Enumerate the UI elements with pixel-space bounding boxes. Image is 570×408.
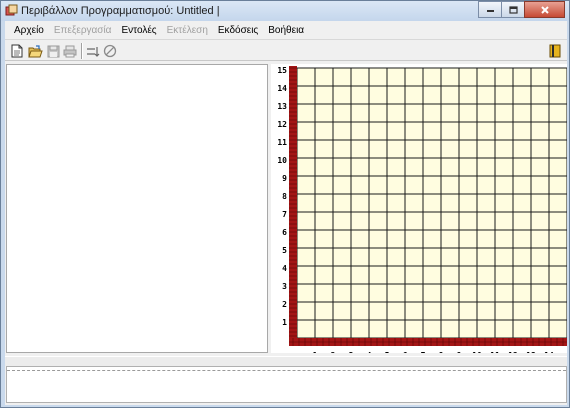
row-label: 13 xyxy=(277,102,287,111)
toolbar-separator xyxy=(81,43,83,59)
minimize-button[interactable] xyxy=(478,1,502,18)
new-file-button[interactable] xyxy=(9,43,25,59)
row-label: 3 xyxy=(282,282,287,291)
save-file-button[interactable] xyxy=(45,43,61,59)
column-label: 8 xyxy=(439,351,444,353)
app-icon xyxy=(5,4,18,16)
minimize-icon xyxy=(486,10,494,12)
menu-run[interactable]: Εκτέλεση xyxy=(162,25,213,36)
column-label: 3 xyxy=(349,351,354,353)
robot-world-grid: 1514131211109876543211234567891011121314 xyxy=(277,66,567,353)
row-label: 1 xyxy=(282,318,287,327)
maximize-button[interactable] xyxy=(501,1,525,18)
open-folder-icon xyxy=(27,44,43,57)
row-label: 11 xyxy=(277,138,287,147)
row-label: 7 xyxy=(282,210,287,219)
stop-button[interactable] xyxy=(102,43,118,59)
column-label: 4 xyxy=(367,351,372,353)
column-label: 5 xyxy=(385,351,390,353)
close-icon xyxy=(540,5,549,14)
title-bar[interactable]: Περιβάλλον Προγραμματισμού: Untitled | xyxy=(1,1,569,21)
toolbar xyxy=(5,39,567,61)
step-button[interactable] xyxy=(85,43,101,59)
column-label: 11 xyxy=(490,351,500,353)
column-label: 14 xyxy=(544,351,554,353)
row-label: 2 xyxy=(282,300,287,309)
column-label: 12 xyxy=(508,351,518,353)
new-file-icon xyxy=(11,44,23,58)
output-panel[interactable] xyxy=(6,366,567,403)
step-lines-icon xyxy=(87,46,100,57)
help-book-icon xyxy=(549,44,561,58)
output-separator xyxy=(7,370,566,371)
maximize-icon xyxy=(508,5,518,14)
printer-icon xyxy=(63,45,77,57)
program-editor[interactable] xyxy=(6,64,268,353)
column-label: 6 xyxy=(403,351,408,353)
column-label: 9 xyxy=(457,351,462,353)
row-label: 15 xyxy=(277,66,287,75)
menu-file[interactable]: Αρχείο xyxy=(9,25,49,36)
client-area: Αρχείο Επεξεργασία Εντολές Εκτέλεση Εκδό… xyxy=(5,21,567,405)
menu-commands[interactable]: Εντολές xyxy=(116,25,161,36)
status-bar xyxy=(5,356,567,366)
print-button[interactable] xyxy=(62,43,78,59)
column-label: 13 xyxy=(526,351,536,353)
row-label: 10 xyxy=(277,156,287,165)
robot-world-panel[interactable]: 1514131211109876543211234567891011121314 xyxy=(271,64,567,353)
app-window: Περιβάλλον Προγραμματισμού: Untitled | Α… xyxy=(0,0,570,408)
row-label: 12 xyxy=(277,120,287,129)
menu-help[interactable]: Βοήθεια xyxy=(263,25,309,36)
row-label: 8 xyxy=(282,192,287,201)
row-label: 14 xyxy=(277,84,287,93)
row-label: 5 xyxy=(282,246,287,255)
save-disk-icon xyxy=(47,45,59,57)
row-label: 4 xyxy=(282,264,287,273)
menu-versions[interactable]: Εκδόσεις xyxy=(213,25,263,36)
close-button[interactable] xyxy=(524,1,565,18)
grid-background xyxy=(297,68,567,338)
column-label: 1 xyxy=(313,351,318,353)
help-book-button[interactable] xyxy=(547,43,563,59)
menu-bar: Αρχείο Επεξεργασία Εντολές Εκτέλεση Εκδό… xyxy=(5,21,567,39)
column-label: 2 xyxy=(331,351,336,353)
window-title: Περιβάλλον Προγραμματισμού: Untitled | xyxy=(21,5,220,17)
menu-edit[interactable]: Επεξεργασία xyxy=(49,25,117,36)
column-label: 7 xyxy=(421,351,426,353)
column-label: 10 xyxy=(472,351,482,353)
row-label: 9 xyxy=(282,174,287,183)
stop-circle-icon xyxy=(103,44,117,58)
open-file-button[interactable] xyxy=(27,43,43,59)
row-label: 6 xyxy=(282,228,287,237)
